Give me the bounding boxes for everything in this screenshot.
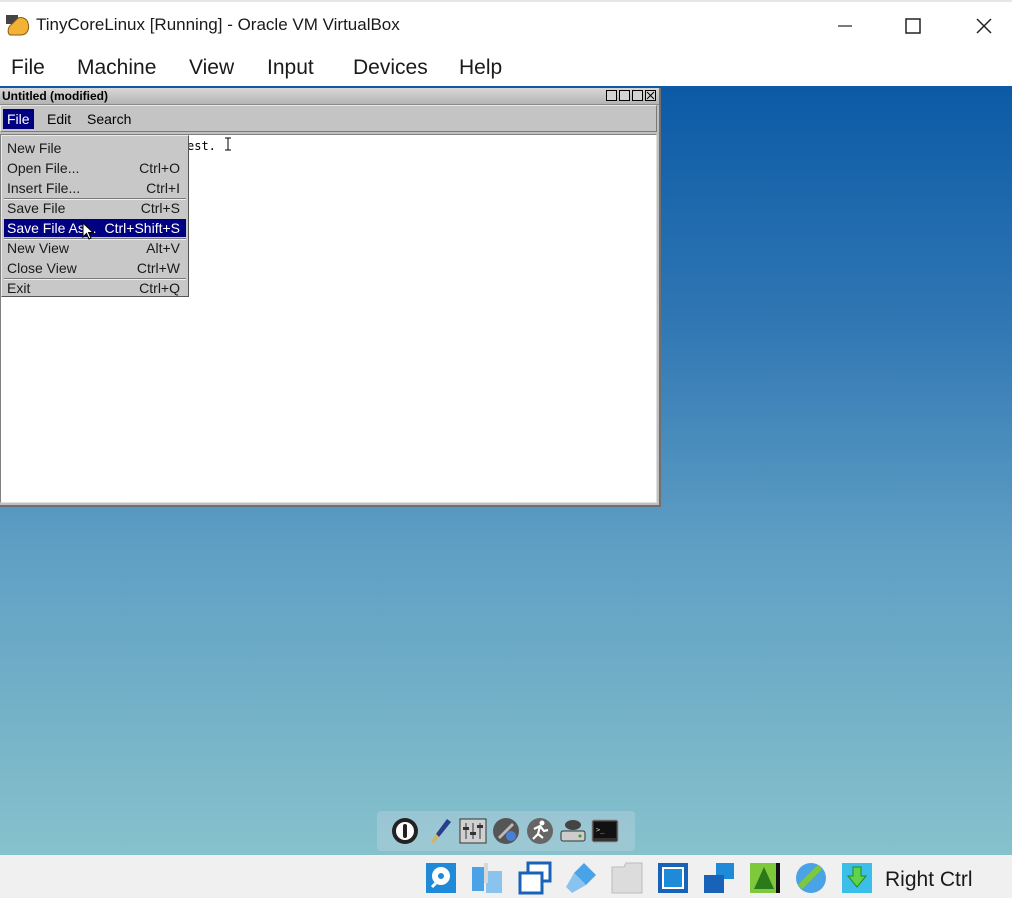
host-menubar: File Machine View Input Devices Help [0, 48, 1012, 86]
editor-restore-button[interactable] [632, 90, 643, 101]
menu-view[interactable]: View [189, 56, 234, 80]
mouse-integration-icon[interactable] [840, 861, 874, 895]
host-key-label: Right Ctrl [885, 868, 973, 891]
close-button[interactable] [964, 10, 1004, 42]
editor-close-button[interactable] [645, 90, 656, 101]
window-titlebar: TinyCoreLinux [Running] - Oracle VM Virt… [0, 0, 1012, 48]
shared-windows-icon[interactable] [518, 861, 552, 895]
menu-item-insert-file[interactable]: Insert File... Ctrl+I [4, 179, 186, 197]
optical-drive-icon[interactable] [470, 861, 504, 895]
mouse-pointer-icon [82, 222, 94, 240]
recording-icon[interactable] [748, 861, 782, 895]
paint-brush-icon[interactable] [427, 817, 455, 845]
run-icon[interactable] [526, 817, 554, 845]
usb-icon[interactable] [564, 861, 598, 895]
menu-file[interactable]: File [11, 56, 45, 80]
menu-item-save-file[interactable]: Save File Ctrl+S [4, 199, 186, 217]
file-dropdown-menu: New File Open File... Ctrl+O Insert File… [1, 135, 189, 297]
editor-minimize-button[interactable] [606, 90, 617, 101]
menu-item-new-file[interactable]: New File [4, 139, 186, 157]
editor-maximize-button[interactable] [619, 90, 630, 101]
virtualbox-app-icon [6, 15, 30, 36]
vm-statusbar: Right Ctrl [0, 855, 1012, 898]
terminal-icon[interactable]: >_ [591, 817, 619, 845]
menu-machine[interactable]: Machine [77, 56, 156, 80]
menu-item-exit[interactable]: Exit Ctrl+Q [4, 279, 186, 297]
hard-disk-icon[interactable] [424, 861, 458, 895]
power-icon[interactable] [391, 817, 419, 845]
cpu-icon[interactable] [794, 861, 828, 895]
window-title: TinyCoreLinux [Running] - Oracle VM Virt… [36, 15, 400, 34]
guest-display[interactable]: Untitled (modified) File Edit Search est… [0, 86, 1012, 855]
apps-icon[interactable] [492, 817, 520, 845]
mount-icon[interactable] [559, 817, 587, 845]
menu-item-open-file[interactable]: Open File... Ctrl+O [4, 159, 186, 177]
text-cursor-icon [225, 137, 231, 151]
wbar-dock: >_ [377, 811, 635, 851]
svg-text:>_: >_ [596, 826, 605, 834]
display-icon[interactable] [656, 861, 690, 895]
maximize-button[interactable] [893, 10, 933, 42]
x-icon [646, 91, 655, 100]
menu-item-new-view[interactable]: New View Alt+V [4, 239, 186, 257]
menu-item-close-view[interactable]: Close View Ctrl+W [4, 259, 186, 277]
editor-menubar: File Edit Search [0, 105, 657, 132]
shared-folder-icon[interactable] [610, 861, 644, 895]
editor-menu-file[interactable]: File [3, 109, 34, 129]
minimize-button[interactable] [825, 10, 865, 42]
editor-titlebar[interactable]: Untitled (modified) [0, 88, 659, 105]
editor-text: est. [187, 139, 216, 153]
editor-window: Untitled (modified) File Edit Search est… [0, 88, 661, 507]
menu-input[interactable]: Input [267, 56, 314, 80]
menu-item-save-file-as[interactable]: Save File As... Ctrl+Shift+S [4, 219, 186, 237]
menu-help[interactable]: Help [459, 56, 502, 80]
network-icon[interactable] [702, 861, 736, 895]
menu-devices[interactable]: Devices [353, 56, 428, 80]
control-panel-icon[interactable] [459, 817, 487, 845]
editor-menu-search[interactable]: Search [83, 109, 135, 129]
editor-menu-edit[interactable]: Edit [43, 109, 75, 129]
editor-title: Untitled (modified) [2, 89, 108, 103]
